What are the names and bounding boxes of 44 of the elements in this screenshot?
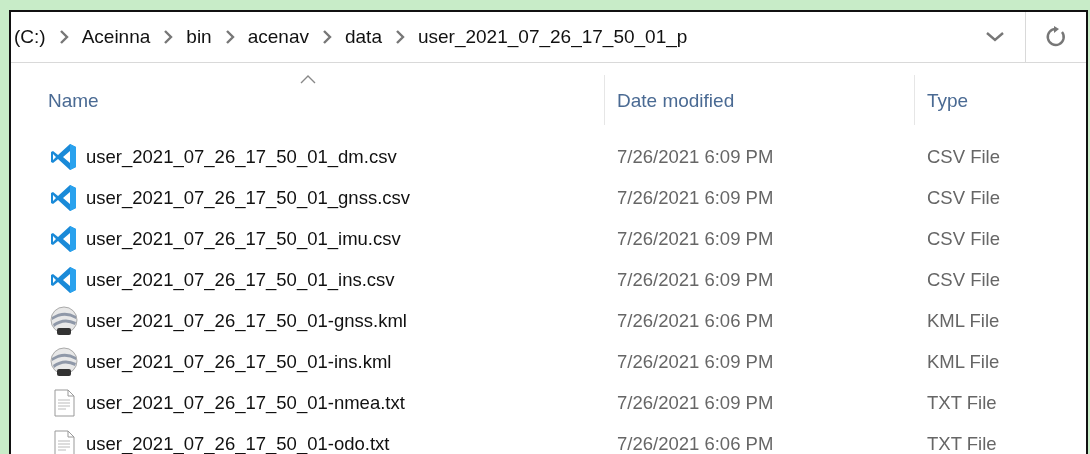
file-name[interactable]: user_2021_07_26_17_50_01-nmea.txt: [86, 391, 405, 414]
date-cell: 7/26/2021 6:09 PM: [617, 268, 774, 290]
breadcrumb-item[interactable]: acenav: [247, 26, 309, 48]
dropdown-icon[interactable]: [986, 32, 1004, 42]
type-cell: TXT File: [927, 432, 997, 454]
file-name[interactable]: user_2021_07_26_17_50_01-odo.txt: [86, 432, 390, 454]
type-cell: TXT File: [927, 391, 997, 413]
column-header[interactable]: Date modified: [605, 75, 915, 125]
type-cell: CSV File: [927, 186, 1000, 208]
type-cell: KML File: [927, 309, 1000, 331]
file-name[interactable]: user_2021_07_26_17_50_01_dm.csv: [86, 145, 397, 168]
file-name[interactable]: user_2021_07_26_17_50_01_ins.csv: [86, 268, 395, 291]
type-cell: CSV File: [927, 145, 1000, 167]
globe-icon: [48, 304, 80, 337]
file-name[interactable]: user_2021_07_26_17_50_01_imu.csv: [86, 227, 401, 250]
breadcrumb-item[interactable]: Aceinna: [81, 26, 151, 48]
file-name[interactable]: user_2021_07_26_17_50_01-gnss.kml: [86, 309, 407, 332]
date-cell: 7/26/2021 6:06 PM: [617, 309, 774, 331]
column-header[interactable]: Name: [11, 75, 605, 125]
chevron-icon: [224, 30, 235, 44]
breadcrumb-item[interactable]: bin: [186, 26, 212, 48]
chevron-icon: [394, 30, 405, 44]
chevron-icon: [58, 30, 69, 44]
file-name[interactable]: user_2021_07_26_17_50_01_gnss.csv: [86, 186, 411, 209]
globe-icon: [48, 345, 80, 378]
date-cell: 7/26/2021 6:09 PM: [617, 145, 774, 167]
column-header[interactable]: Type: [915, 75, 1086, 125]
date-cell: 7/26/2021 6:06 PM: [617, 432, 774, 454]
date-cell: 7/26/2021 6:09 PM: [617, 350, 774, 372]
sort-ascending-icon: [299, 75, 316, 84]
chevron-icon: [163, 30, 174, 44]
breadcrumb-item[interactable]: (C:): [14, 26, 46, 48]
type-cell: CSV File: [927, 227, 1000, 249]
breadcrumb-item[interactable]: data: [344, 26, 382, 48]
refresh-icon[interactable]: [1045, 26, 1067, 48]
chevron-icon: [321, 30, 332, 44]
date-cell: 7/26/2021 6:09 PM: [617, 186, 774, 208]
address-bar[interactable]: (C:) Aceinna bin acenav data user_2021_07_26_17_50_01_p: [11, 12, 1086, 63]
date-cell: 7/26/2021 6:09 PM: [617, 391, 774, 413]
file-name[interactable]: user_2021_07_26_17_50_01-ins.kml: [86, 350, 392, 373]
breadcrumb-item[interactable]: user_2021_07_26_17_50_01_p: [417, 26, 688, 48]
type-cell: CSV File: [927, 268, 1000, 290]
type-cell: KML File: [927, 350, 1000, 372]
date-cell: 7/26/2021 6:09 PM: [617, 227, 774, 249]
